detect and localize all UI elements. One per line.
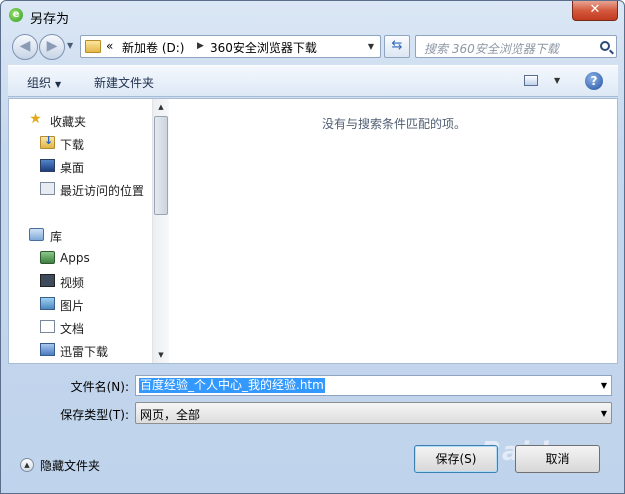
navigation-bar: ◀ ▶ ▼ « 新加卷 (D:) ▶ 360安全浏览器下载 ▼ ⇆ 搜索 360… <box>1 31 624 63</box>
address-bar[interactable]: « 新加卷 (D:) ▶ 360安全浏览器下载 ▼ <box>80 35 381 58</box>
tree-label: 下载 <box>60 138 85 152</box>
scroll-thumb[interactable] <box>154 116 168 215</box>
tree-label: 最近访问的位置 <box>60 184 145 198</box>
document-library-icon <box>40 320 55 333</box>
desktop-icon <box>40 159 55 172</box>
tree-item-documents[interactable]: 文档 <box>9 317 152 337</box>
back-button[interactable]: ◀ <box>12 34 38 60</box>
browser-logo-icon: e <box>9 8 23 22</box>
hide-folders-label: 隐藏文件夹 <box>40 459 101 473</box>
picture-library-icon <box>40 297 55 310</box>
downloads-folder-icon <box>40 134 55 149</box>
save-button[interactable]: 保存(S) <box>414 445 498 473</box>
tree-item-recent[interactable]: 最近访问的位置 <box>9 179 152 199</box>
tree-label: Apps <box>60 251 90 265</box>
title-bar: e 另存为 ✕ <box>1 1 624 31</box>
tree-label: 迅雷下载 <box>60 345 109 359</box>
scroll-up-icon[interactable]: ▲ <box>153 99 169 115</box>
xunlei-library-icon <box>40 343 55 356</box>
filetype-value: 网页，全部 <box>140 408 201 422</box>
tree-label: 收藏夹 <box>50 115 87 129</box>
tree-label: 文档 <box>60 322 85 336</box>
library-icon <box>29 228 44 241</box>
tree-item-videos[interactable]: 视频 <box>9 271 152 291</box>
chevron-up-icon: ▲ <box>20 458 34 472</box>
chevron-down-icon: ▼ <box>55 80 62 89</box>
breadcrumb-folder[interactable]: 360安全浏览器下载 <box>210 39 317 56</box>
filetype-dropdown-icon: ▼ <box>600 409 607 418</box>
breadcrumb-drive[interactable]: 新加卷 (D:) <box>122 39 184 56</box>
address-dropdown-icon[interactable]: ▼ <box>368 42 374 51</box>
tree-item-downloads[interactable]: 下载 <box>9 133 152 153</box>
recent-places-icon <box>40 182 55 195</box>
search-icon[interactable] <box>600 41 610 51</box>
organize-menu[interactable]: 组织 ▼ <box>27 74 61 91</box>
view-options-icon[interactable] <box>524 75 538 86</box>
tree-label: 桌面 <box>60 161 85 175</box>
empty-results-message: 没有与搜索条件匹配的项。 <box>322 117 467 131</box>
tree-libraries[interactable]: 库 <box>9 225 152 245</box>
search-box[interactable]: 搜索 360安全浏览器下载 <box>415 35 617 58</box>
breadcrumb-separator-icon[interactable]: ▶ <box>197 41 204 51</box>
organize-label: 组织 <box>27 76 52 90</box>
filetype-label: 保存类型(T): <box>60 408 129 422</box>
tree-item-apps[interactable]: Apps <box>9 248 152 268</box>
tree-label: 库 <box>50 230 63 244</box>
tree-label: 图片 <box>60 299 85 313</box>
view-dropdown-icon[interactable]: ▼ <box>554 76 560 85</box>
scroll-down-icon[interactable]: ▼ <box>153 347 169 363</box>
command-bar: 组织 ▼ 新建文件夹 ▼ ? <box>8 65 618 97</box>
tree-item-desktop[interactable]: 桌面 <box>9 156 152 176</box>
browser-pane: ★ 收藏夹 下载 桌面 最近访问的位置 库 Apps <box>8 98 618 364</box>
video-library-icon <box>40 274 55 287</box>
close-button[interactable]: ✕ <box>572 1 618 21</box>
search-placeholder: 搜索 360安全浏览器下载 <box>424 42 559 56</box>
help-button[interactable]: ? <box>585 72 603 90</box>
forward-button[interactable]: ▶ <box>39 34 65 60</box>
dialog-title: 另存为 <box>30 12 70 27</box>
star-icon: ★ <box>29 111 42 127</box>
new-folder-button[interactable]: 新建文件夹 <box>94 74 154 91</box>
apps-library-icon <box>40 251 55 264</box>
navigation-tree: ★ 收藏夹 下载 桌面 最近访问的位置 库 Apps <box>9 99 152 363</box>
cancel-button[interactable]: 取消 <box>515 445 600 473</box>
filename-dropdown-icon[interactable]: ▼ <box>601 381 607 390</box>
save-as-dialog: e 另存为 ✕ ◀ ▶ ▼ « 新加卷 (D:) ▶ 360安全浏览器下载 ▼ … <box>0 0 625 494</box>
tree-scrollbar[interactable]: ▲ ▼ <box>152 99 169 363</box>
path-overflow[interactable]: « <box>106 39 113 53</box>
folder-icon <box>85 40 101 53</box>
tree-label: 视频 <box>60 276 85 290</box>
filename-input[interactable]: 百度经验_个人中心_我的经验.htm ▼ <box>135 375 612 396</box>
tree-item-pictures[interactable]: 图片 <box>9 294 152 314</box>
filename-value: 百度经验_个人中心_我的经验.htm <box>139 378 325 393</box>
recent-locations-dropdown-icon[interactable]: ▼ <box>67 41 73 50</box>
filetype-select[interactable]: 网页，全部 ▼ <box>135 402 612 424</box>
refresh-button[interactable]: ⇆ <box>384 35 410 58</box>
tree-item-xunlei[interactable]: 迅雷下载 <box>9 340 152 360</box>
filename-label: 文件名(N): <box>70 380 129 394</box>
tree-favorites[interactable]: ★ 收藏夹 <box>9 110 152 130</box>
